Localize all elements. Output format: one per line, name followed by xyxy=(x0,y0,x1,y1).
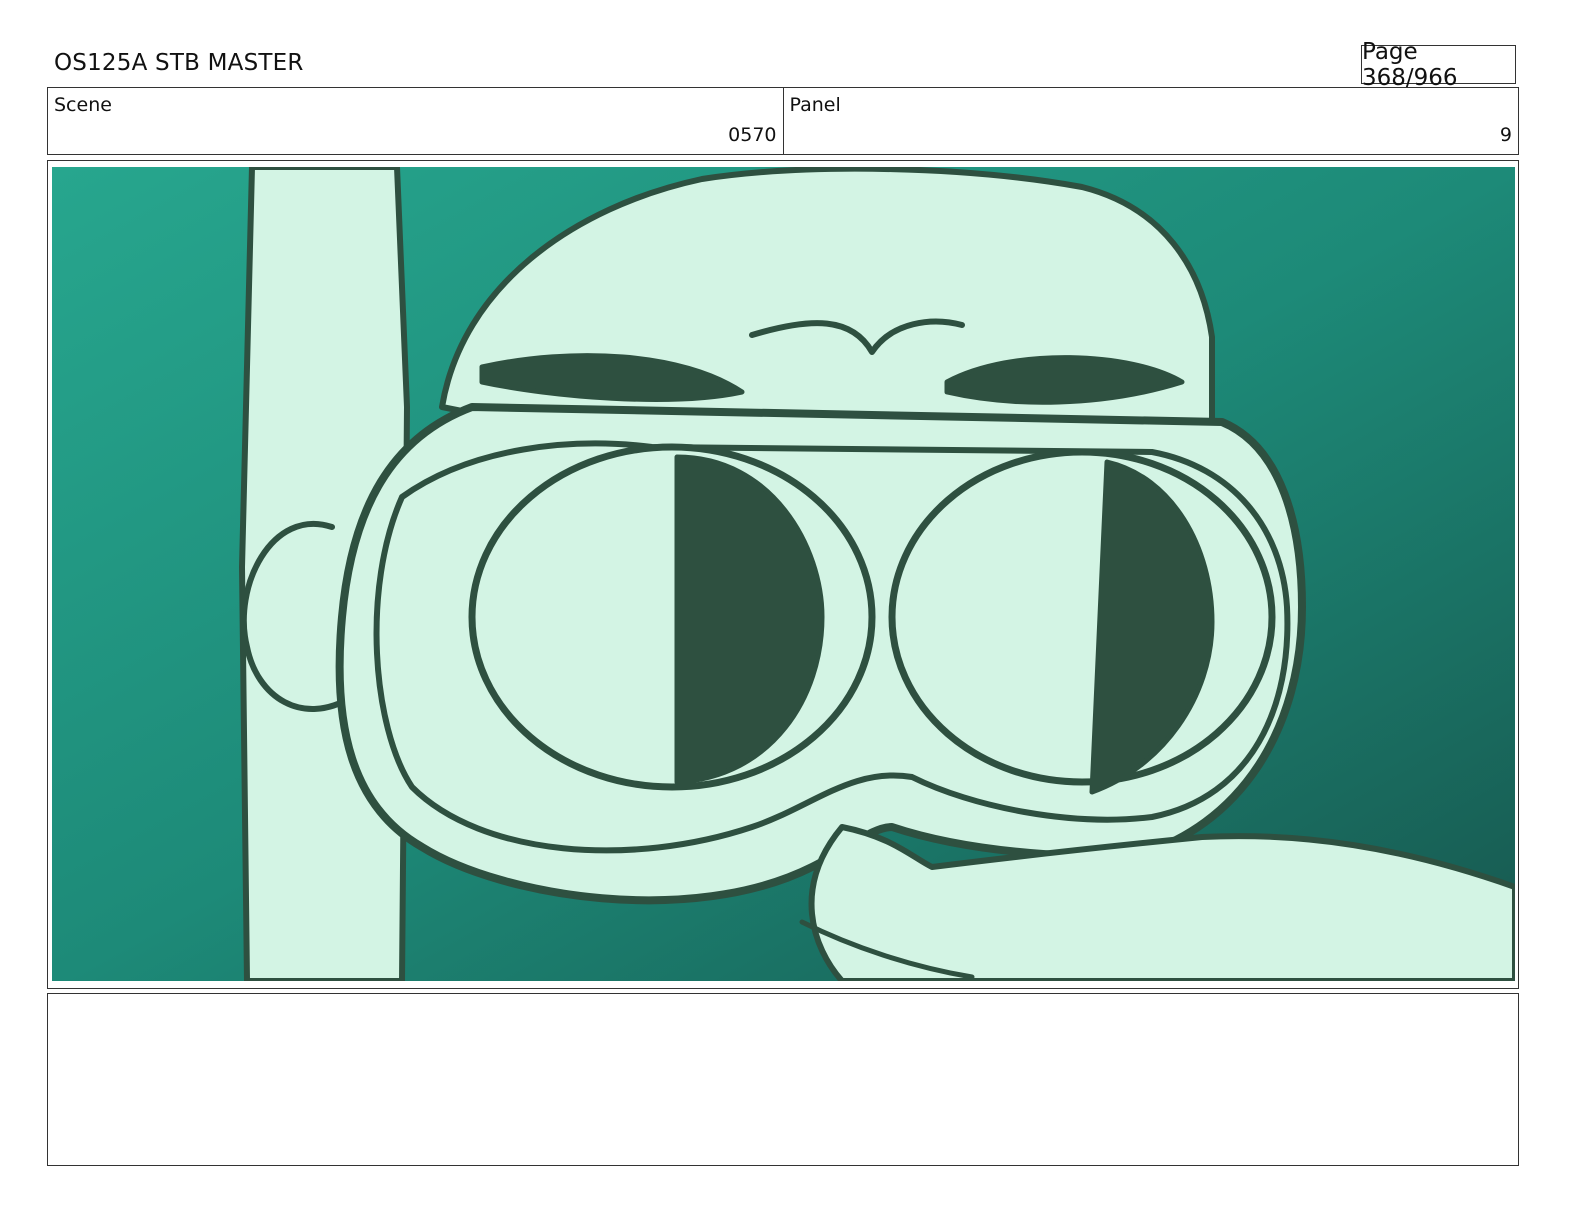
document-title: OS125A STB MASTER xyxy=(54,50,304,76)
notes-box xyxy=(47,993,1519,1166)
storyboard-drawing xyxy=(52,167,1515,981)
panel-cell: Panel 9 xyxy=(782,88,1519,154)
page-indicator: Page 368/966 xyxy=(1361,39,1516,91)
scene-number: 0570 xyxy=(728,124,777,146)
panel-label: Panel xyxy=(789,94,841,116)
scene-cell: Scene 0570 xyxy=(48,88,783,154)
info-row: Scene 0570 Panel 9 xyxy=(47,87,1519,155)
panel-number: 9 xyxy=(1499,124,1512,146)
scene-label: Scene xyxy=(54,94,112,116)
storyboard-frame xyxy=(47,160,1519,989)
right-lens xyxy=(888,448,1276,786)
